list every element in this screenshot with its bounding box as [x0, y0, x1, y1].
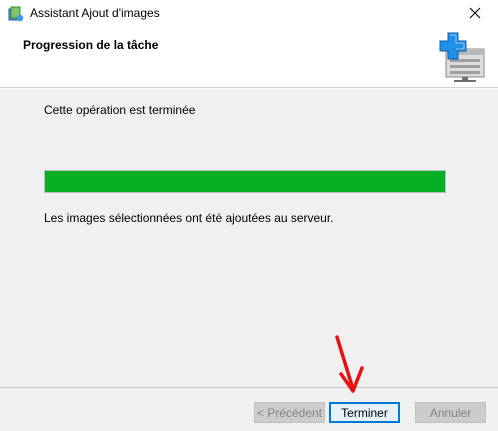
progress-bar	[44, 170, 446, 193]
cancel-button[interactable]: Annuler	[415, 402, 486, 423]
server-add-icon	[438, 31, 490, 83]
page-title: Progression de la tâche	[23, 38, 159, 52]
wizard-content: Cette opération est terminée Les images …	[0, 89, 498, 387]
previous-button[interactable]: < Précédent	[254, 402, 325, 423]
app-wizard-icon	[8, 6, 24, 22]
close-icon	[469, 7, 481, 22]
progress-fill	[45, 171, 445, 192]
finish-button[interactable]: Terminer	[329, 402, 400, 423]
status-text: Cette opération est terminée	[44, 103, 196, 117]
window-title: Assistant Ajout d'images	[30, 6, 160, 20]
title-bar: Assistant Ajout d'images	[0, 0, 498, 28]
close-button[interactable]	[452, 0, 498, 28]
wizard-footer: < Précédent Terminer Annuler	[0, 387, 498, 431]
wizard-header: Progression de la tâche	[0, 28, 498, 88]
result-message: Les images sélectionnées ont été ajoutée…	[44, 211, 334, 225]
